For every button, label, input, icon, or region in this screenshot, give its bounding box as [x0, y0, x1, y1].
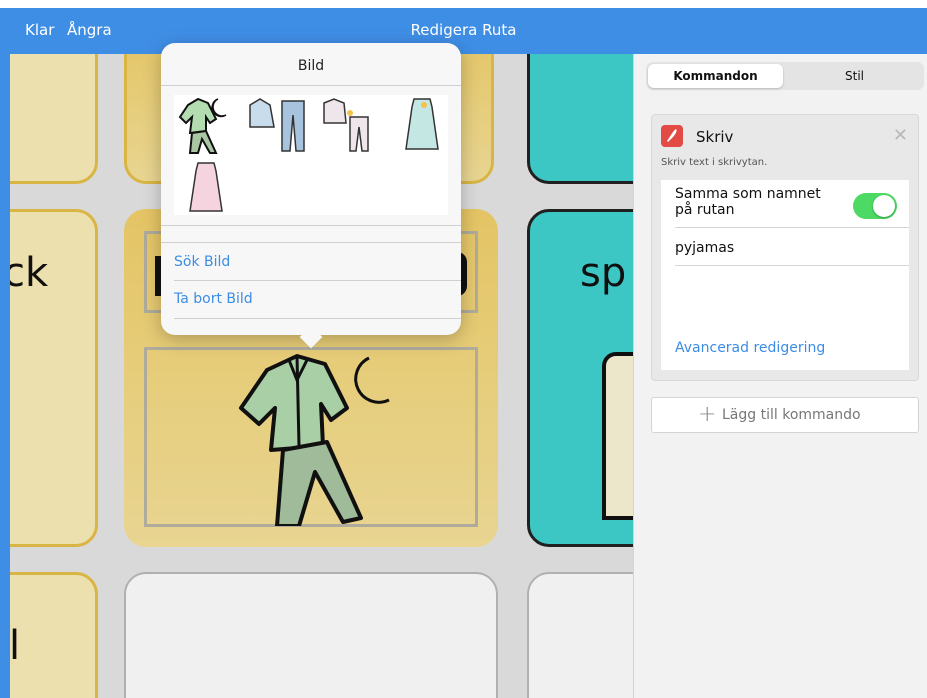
- remove-image-button[interactable]: Ta bort Bild: [174, 291, 253, 307]
- divider: [161, 85, 461, 86]
- close-icon[interactable]: ✕: [893, 125, 908, 146]
- advanced-editing-link[interactable]: Avancerad redigering: [675, 340, 825, 356]
- popover-title: Bild: [297, 58, 325, 74]
- nightgown-pink-icon[interactable]: [186, 161, 226, 215]
- command-title: Skriv: [696, 128, 734, 146]
- pajamas-moon-icon[interactable]: [178, 95, 234, 155]
- divider: [161, 242, 461, 243]
- same-as-name-toggle[interactable]: [853, 193, 897, 219]
- command-settings: Samma som namnet på rutan pyjamas Avance…: [661, 180, 909, 370]
- pajama-set-icon[interactable]: [320, 97, 376, 153]
- command-card-write: Skriv ✕ Skriv text i skrivytan. Samma so…: [651, 114, 919, 381]
- divider: [675, 265, 909, 266]
- shirt-pants-icon[interactable]: [246, 97, 308, 155]
- toggle-knob: [873, 195, 895, 217]
- feather-pen-icon: [661, 125, 683, 147]
- navigation-bar: Klar Ångra Redigera Ruta: [0, 8, 927, 54]
- plus-icon: +: [698, 402, 717, 427]
- nightgown-blue-icon[interactable]: [402, 97, 442, 153]
- divider: [174, 318, 461, 319]
- toggle-label: Samma som namnet på rutan: [675, 186, 821, 218]
- segmented-control: Kommandon Stil: [646, 62, 924, 90]
- image-results-grid: [174, 95, 448, 215]
- tab-style[interactable]: Stil: [787, 64, 922, 88]
- command-description: Skriv text i skrivytan.: [661, 157, 768, 168]
- left-edge-strip: [0, 54, 10, 698]
- command-text-field[interactable]: pyjamas: [675, 240, 734, 256]
- inspector-panel: Kommandon Stil Skriv ✕ Skriv text i skri…: [633, 54, 927, 698]
- divider: [675, 227, 909, 228]
- add-command-label: Lägg till kommando: [722, 407, 861, 423]
- image-popover: Bild Sök Bild Ta bort Bild: [161, 43, 461, 349]
- search-image-button[interactable]: Sök Bild: [174, 254, 230, 270]
- page-title: Redigera Ruta: [410, 21, 517, 39]
- divider: [161, 225, 461, 226]
- tab-commands[interactable]: Kommandon: [648, 64, 783, 88]
- divider: [174, 280, 461, 281]
- add-command-button[interactable]: + Lägg till kommando: [651, 397, 919, 433]
